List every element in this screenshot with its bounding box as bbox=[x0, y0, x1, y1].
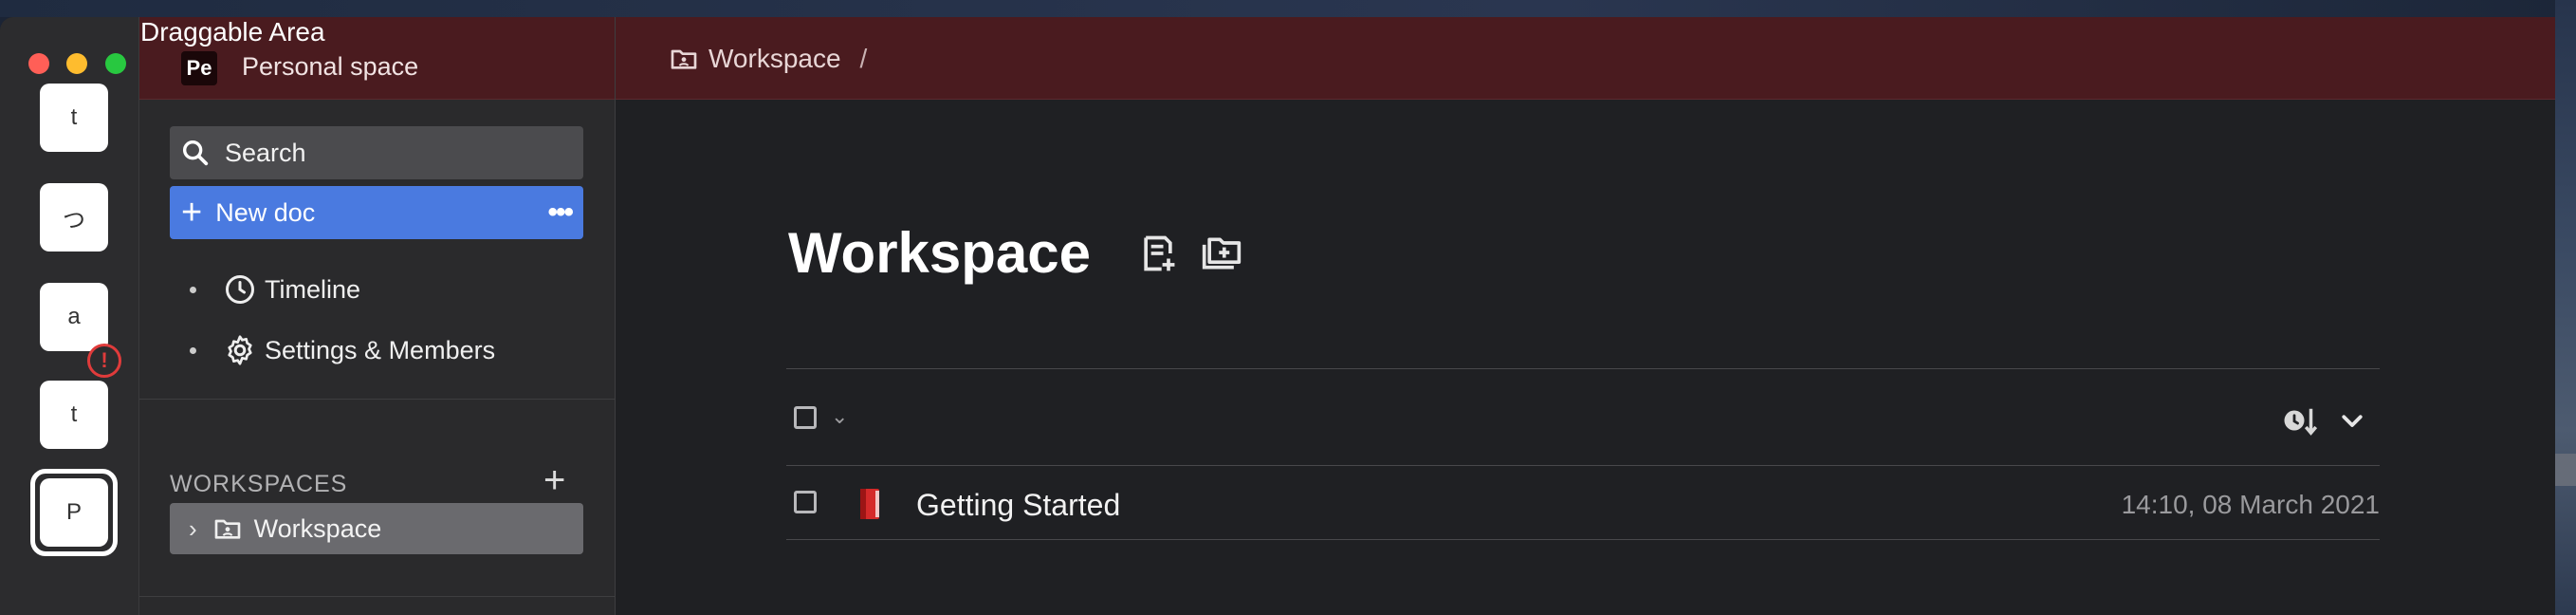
bullet-dot bbox=[190, 346, 196, 354]
select-all-checkbox[interactable] bbox=[794, 406, 817, 429]
app-window: t つ a ! t P Pe Personal space Search + N… bbox=[0, 17, 2555, 615]
space-rail: t つ a ! t P bbox=[0, 17, 139, 615]
clock-icon bbox=[226, 275, 254, 304]
rail-space-a[interactable]: a bbox=[40, 283, 108, 351]
workspace-item-label: Workspace bbox=[253, 513, 382, 543]
rail-space-personal[interactable]: P bbox=[40, 478, 108, 547]
list-divider bbox=[786, 368, 2380, 369]
rail-space-t-1[interactable]: t bbox=[40, 84, 108, 152]
breadcrumb-separator: / bbox=[859, 44, 868, 73]
chevron-down-icon[interactable] bbox=[2338, 406, 2366, 435]
breadcrumb[interactable]: Workspace / bbox=[669, 40, 867, 78]
sidebar-item-settings[interactable]: Settings & Members bbox=[190, 326, 495, 374]
add-doc-icon[interactable] bbox=[1137, 233, 1179, 274]
doc-title[interactable]: Getting Started bbox=[916, 488, 1120, 523]
bullet-dot bbox=[190, 286, 196, 293]
breadcrumb-item[interactable]: Workspace bbox=[708, 44, 841, 74]
sidebar-item-timeline[interactable]: Timeline bbox=[190, 266, 360, 313]
main-content: Workspace / Draggable Area Workspace ⌄ bbox=[616, 17, 2555, 615]
sidebar-divider bbox=[139, 399, 615, 400]
chevron-right-icon[interactable]: › bbox=[189, 514, 197, 544]
chevron-down-icon[interactable]: ⌄ bbox=[831, 404, 848, 429]
gear-icon bbox=[228, 335, 252, 365]
sidebar-divider bbox=[139, 596, 615, 597]
error-badge: ! bbox=[87, 344, 121, 378]
doc-row-checkbox[interactable] bbox=[794, 491, 817, 513]
page-title: Workspace bbox=[788, 221, 1092, 285]
top-bar: Workspace / bbox=[616, 17, 2555, 100]
zoom-window-button[interactable] bbox=[105, 53, 126, 74]
red-book-icon bbox=[860, 489, 879, 519]
plus-icon: + bbox=[181, 193, 203, 233]
add-workspace-button[interactable]: + bbox=[543, 459, 565, 502]
desktop-background-edge bbox=[2555, 0, 2576, 615]
desktop-dock-handle bbox=[2555, 454, 2576, 486]
close-window-button[interactable] bbox=[28, 53, 49, 74]
rail-space-tsu[interactable]: つ bbox=[40, 183, 108, 252]
search-label: Search bbox=[225, 138, 306, 167]
space-name[interactable]: Personal space bbox=[242, 52, 418, 82]
folder-person-icon bbox=[214, 519, 241, 539]
sidebar-item-label: Settings & Members bbox=[265, 335, 496, 364]
add-folder-icon[interactable] bbox=[1201, 233, 1242, 274]
search-button[interactable]: Search bbox=[170, 126, 583, 179]
rail-space-t-2[interactable]: t bbox=[40, 381, 108, 449]
workspaces-section-title: WORKSPACES bbox=[170, 471, 348, 497]
folder-person-icon bbox=[671, 49, 697, 69]
drag-area-label: Draggable Area bbox=[140, 17, 325, 47]
workspace-list-item[interactable]: › Workspace bbox=[170, 503, 583, 554]
more-options-icon[interactable]: ••• bbox=[547, 196, 573, 229]
doc-date: 14:10, 08 March 2021 bbox=[2121, 490, 2380, 519]
search-icon bbox=[182, 140, 209, 166]
space-avatar: Pe bbox=[181, 51, 217, 85]
desktop-background bbox=[0, 0, 2576, 17]
list-divider bbox=[786, 539, 2380, 540]
sidebar-item-label: Timeline bbox=[265, 274, 361, 304]
sort-by-date-icon[interactable] bbox=[2281, 401, 2321, 440]
sidebar: Pe Personal space Search + New doc ••• T… bbox=[139, 17, 616, 615]
minimize-window-button[interactable] bbox=[66, 53, 87, 74]
new-doc-label: New doc bbox=[215, 197, 316, 227]
new-doc-button[interactable]: + New doc ••• bbox=[170, 186, 583, 239]
